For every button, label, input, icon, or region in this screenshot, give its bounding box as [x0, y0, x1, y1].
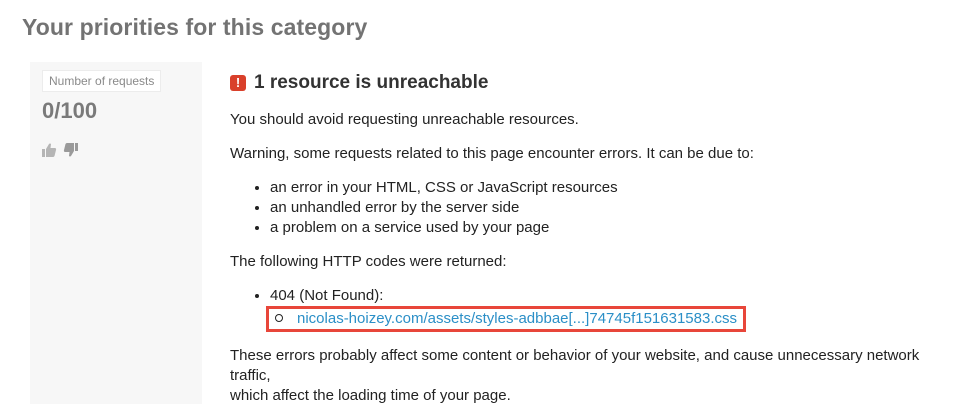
rule-title: 1 resource is unreachable — [254, 72, 489, 93]
cause-list: an error in your HTML, CSS or JavaScript… — [230, 178, 960, 238]
rule-intro: You should avoid requesting unreachable … — [230, 111, 579, 128]
metric-score: 0/100 — [42, 98, 98, 123]
rule-conclusion: These errors probably affect some conten… — [230, 346, 960, 404]
codes-intro: The following HTTP codes were returned: — [230, 253, 507, 270]
list-item: an unhandled error by the server side — [270, 198, 960, 218]
rule-details: ! 1 resource is unreachable You should a… — [230, 70, 960, 404]
list-item: an error in your HTML, CSS or JavaScript… — [270, 178, 960, 198]
conclusion-line-2: which affect the loading time of your pa… — [230, 387, 511, 404]
highlight-box: nicolas-hoizey.com/assets/styles-adbbae[… — [266, 306, 746, 332]
page-title: Your priorities for this category — [22, 14, 368, 40]
failed-url-item: nicolas-hoizey.com/assets/styles-adbbae[… — [266, 306, 960, 332]
rule-warning: Warning, some requests related to this p… — [230, 145, 754, 162]
http-code-list: 404 (Not Found): nicolas-hoizey.com/asse… — [230, 286, 960, 332]
conclusion-line-1: These errors probably affect some conten… — [230, 347, 920, 384]
circle-bullet-icon — [275, 314, 283, 322]
metric-label: Number of requests — [42, 70, 162, 92]
vote-buttons — [41, 142, 79, 158]
rule-heading: ! 1 resource is unreachable — [230, 70, 960, 96]
failed-url-list: nicolas-hoizey.com/assets/styles-adbbae[… — [266, 306, 960, 332]
score-panel: Number of requests 0/100 — [30, 62, 202, 404]
thumbs-down-icon[interactable] — [63, 142, 79, 158]
error-badge-icon: ! — [230, 75, 246, 91]
http-code-item: 404 (Not Found): nicolas-hoizey.com/asse… — [266, 286, 960, 332]
thumbs-up-icon[interactable] — [41, 142, 57, 158]
list-item: a problem on a service used by your page — [270, 218, 960, 238]
failed-resource-link[interactable]: nicolas-hoizey.com/assets/styles-adbbae[… — [297, 310, 737, 327]
http-code-label: 404 (Not Found): — [270, 287, 384, 304]
